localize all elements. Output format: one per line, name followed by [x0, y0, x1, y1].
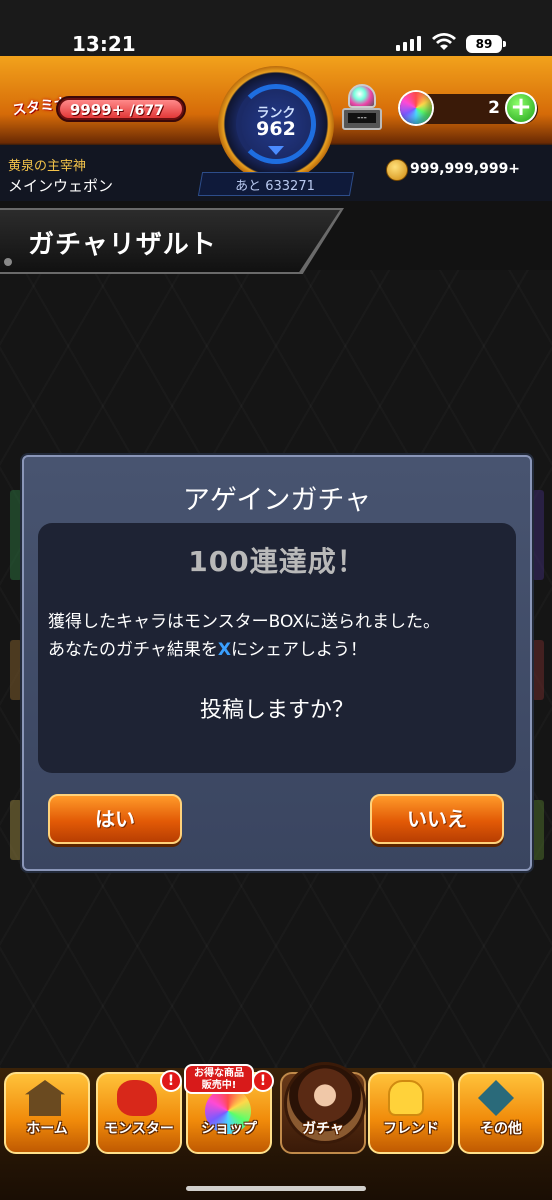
stamina-current: 9999+ — [70, 101, 125, 119]
side-result-right-3 — [532, 800, 544, 860]
stamina-max: /677 — [129, 103, 164, 119]
shop-sale-badge: お得な商品 販売中! — [184, 1064, 254, 1094]
side-result-right-1 — [532, 490, 544, 580]
message-text: あなたのガチャ結果を — [48, 640, 218, 660]
monster-alert-badge: ! — [160, 1070, 182, 1092]
yes-button[interactable]: はい — [48, 794, 182, 844]
dialog-message-line2: あなたのガチャ結果をXにシェアしよう！ — [48, 636, 510, 664]
orb-machine-display: --- — [348, 113, 376, 123]
message-text: にシェアしよう！ — [230, 640, 367, 660]
orb-machine-icon[interactable]: --- — [342, 84, 382, 132]
nav-other-label: その他 — [480, 1121, 522, 1137]
banner-bolt — [4, 258, 12, 266]
friend-icon — [388, 1080, 424, 1116]
nav-shop-label: ショップ — [201, 1121, 257, 1137]
dialog-headline: 100連達成！ — [188, 545, 366, 578]
player-title: 黄泉の主宰神 — [8, 159, 87, 174]
signal-icon — [396, 36, 421, 51]
side-result-left-2 — [10, 640, 22, 700]
nav-home-label: ホーム — [26, 1121, 68, 1137]
monster-icon — [117, 1080, 157, 1116]
coin-icon — [386, 159, 408, 181]
home-indicator[interactable] — [186, 1186, 366, 1191]
nav-other[interactable] — [458, 1072, 544, 1154]
coin-value: 999,999,999+ — [410, 161, 521, 177]
nav-gacha-label: ガチャ — [302, 1121, 344, 1137]
sale-badge-line1: お得な商品 — [194, 1068, 244, 1079]
status-time: 13:21 — [72, 32, 136, 56]
stamina-text: 9999+ /677 — [70, 101, 164, 119]
dialog-title: アゲインガチャ — [182, 485, 372, 516]
buy-orbs-plus-button[interactable]: + — [505, 92, 537, 124]
orb-count: 2 — [488, 98, 500, 118]
page-title: ガチャリザルト — [28, 230, 217, 260]
battery-icon: 89 — [466, 35, 502, 53]
sale-badge-line2: 販売中! — [201, 1080, 237, 1091]
battery-tip — [503, 41, 506, 47]
player-weapon: メインウェポン — [8, 177, 114, 195]
exp-remaining: あと 633271 — [235, 179, 315, 194]
wifi-icon — [432, 33, 456, 50]
nav-monster-label: モンスター — [104, 1121, 174, 1137]
rank-arrow-icon — [268, 146, 284, 155]
rank-value: 962 — [256, 118, 296, 140]
orb-icon — [400, 92, 432, 124]
side-result-right-2 — [532, 640, 544, 700]
side-result-left-3 — [10, 800, 22, 860]
no-button[interactable]: いいえ — [370, 794, 504, 844]
shop-alert-badge: ! — [252, 1070, 274, 1092]
x-logo-icon: X — [217, 640, 231, 660]
dialog-message: 獲得したキャラはモンスターBOXに送られました。 あなたのガチャ結果をXにシェア… — [48, 608, 510, 664]
nav-friend-label: フレンド — [383, 1121, 439, 1137]
side-result-left-1 — [10, 490, 22, 580]
dialog-question: 投稿しますか？ — [199, 698, 354, 723]
dialog-message-line1: 獲得したキャラはモンスターBOXに送られました。 — [48, 612, 440, 632]
